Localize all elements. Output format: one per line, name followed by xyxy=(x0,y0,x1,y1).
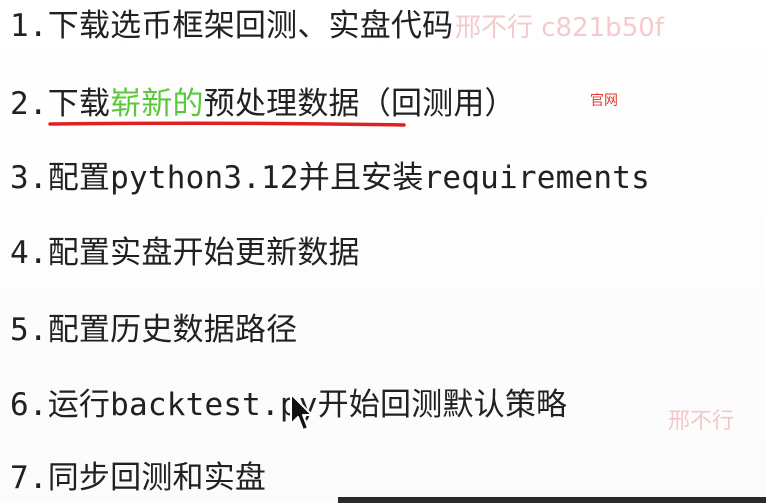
watermark-bottom: 邢不行 xyxy=(668,409,735,434)
red-underline xyxy=(48,121,406,127)
step-7: 7.同步回测和实盘 xyxy=(10,458,266,498)
step-number: 7. xyxy=(10,460,48,496)
step-number: 5. xyxy=(10,312,48,348)
step-5: 5.配置历史数据路径 xyxy=(10,310,297,350)
step-text-pre: 下载 xyxy=(47,86,111,122)
step-1: 1.下载选币框架回测、实盘代码 xyxy=(10,6,453,46)
step-text: 同步回测和实盘 xyxy=(47,460,267,496)
step-number: 3. xyxy=(10,160,48,196)
watermark-top: 邢不行 c821b50f xyxy=(455,13,664,43)
step-4: 4.配置实盘开始更新数据 xyxy=(10,233,360,273)
step-text: 下载选币框架回测、实盘代码 xyxy=(47,8,454,44)
mouse-pointer-icon xyxy=(290,393,313,431)
official-site-note: 官网 xyxy=(590,93,618,109)
step-text: 配置历史数据路径 xyxy=(47,312,298,348)
video-progress-bar[interactable] xyxy=(338,497,766,503)
step-text: 配置实盘开始更新数据 xyxy=(47,235,360,271)
step-number: 2. xyxy=(10,86,48,122)
step-number: 1. xyxy=(10,8,48,44)
step-3: 3.配置python3.12并且安装requirements xyxy=(10,158,650,198)
step-text-post: 预处理数据（回测用） xyxy=(203,86,516,122)
step-number: 4. xyxy=(10,235,48,271)
step-text-highlight: 崭新的 xyxy=(110,86,204,122)
step-text: 配置python3.12并且安装requirements xyxy=(47,160,650,196)
slide-canvas: 邢不行 c821b50f 1.下载选币框架回测、实盘代码 2.下载崭新的预处理数… xyxy=(0,0,766,503)
step-number: 6. xyxy=(10,387,48,423)
